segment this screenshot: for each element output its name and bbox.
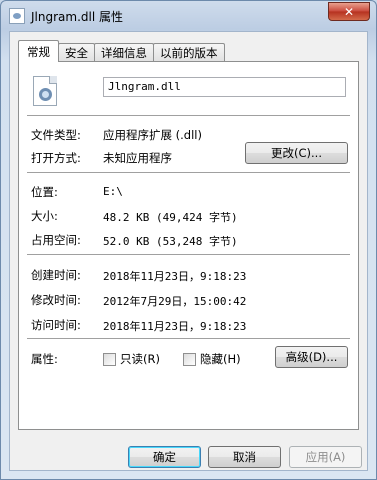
tab-security[interactable]: 安全 — [58, 43, 95, 62]
size-on-disk-value: 52.0 KB (53,248 字节) — [103, 235, 238, 248]
created-label: 创建时间: — [31, 268, 81, 282]
divider — [27, 115, 350, 117]
properties-window: Jlngram.dll 属性 ✕ 常规 安全 详细信息 以前的版本 Jlngra… — [0, 0, 377, 480]
close-icon: ✕ — [343, 4, 355, 19]
divider — [27, 338, 350, 340]
checkbox-box[interactable] — [183, 352, 196, 366]
checkbox-box[interactable] — [103, 352, 116, 366]
modified-label: 修改时间: — [31, 293, 81, 307]
tab-strip: 常规 安全 详细信息 以前的版本 — [18, 40, 225, 62]
attributes-label: 属性: — [31, 352, 58, 366]
file-type-value: 应用程序扩展 (.dll) — [103, 128, 202, 142]
title-bar: Jlngram.dll 属性 — [9, 7, 123, 25]
file-name-input[interactable]: Jlngram.dll — [103, 77, 346, 97]
dll-file-icon — [33, 76, 57, 106]
hidden-checkbox[interactable]: 隐藏(H) — [183, 351, 241, 367]
modified-value: 2012年7月29日，15:00:42 — [103, 295, 247, 308]
divider — [27, 254, 350, 256]
created-value: 2018年11月23日，9:18:23 — [103, 270, 247, 283]
close-button[interactable]: ✕ — [328, 2, 370, 21]
size-label: 大小: — [31, 209, 58, 223]
change-button[interactable]: 更改(C)... — [245, 142, 348, 164]
location-label: 位置: — [31, 185, 58, 199]
gear-icon — [39, 88, 52, 101]
ok-button[interactable]: 确定 — [128, 446, 201, 468]
file-icon — [9, 8, 25, 24]
divider — [27, 172, 350, 174]
opens-with-label: 打开方式: — [31, 151, 81, 165]
readonly-checkbox[interactable]: 只读(R) — [103, 351, 160, 367]
file-type-label: 文件类型: — [31, 128, 81, 142]
readonly-label: 只读(R) — [120, 352, 160, 366]
advanced-button[interactable]: 高级(D)... — [275, 346, 348, 368]
location-value: E:\ — [103, 185, 123, 198]
size-value: 48.2 KB (49,424 字节) — [103, 211, 238, 224]
tab-details[interactable]: 详细信息 — [94, 43, 154, 62]
accessed-value: 2018年11月23日，9:18:23 — [103, 320, 247, 333]
apply-button[interactable]: 应用(A) — [289, 446, 362, 468]
cancel-button[interactable]: 取消 — [208, 446, 281, 468]
window-title: Jlngram.dll 属性 — [31, 9, 123, 24]
general-panel: Jlngram.dll 文件类型: 应用程序扩展 (.dll) 打开方式: 未知… — [18, 61, 359, 430]
hidden-label: 隐藏(H) — [200, 352, 241, 366]
tab-previous-versions[interactable]: 以前的版本 — [153, 43, 225, 62]
tab-general[interactable]: 常规 — [18, 40, 59, 62]
dialog-body: 常规 安全 详细信息 以前的版本 Jlngram.dll 文件类型: 应用程序扩… — [9, 31, 368, 471]
opens-with-value: 未知应用程序 — [103, 151, 172, 165]
size-on-disk-label: 占用空间: — [31, 233, 81, 247]
accessed-label: 访问时间: — [31, 318, 81, 332]
